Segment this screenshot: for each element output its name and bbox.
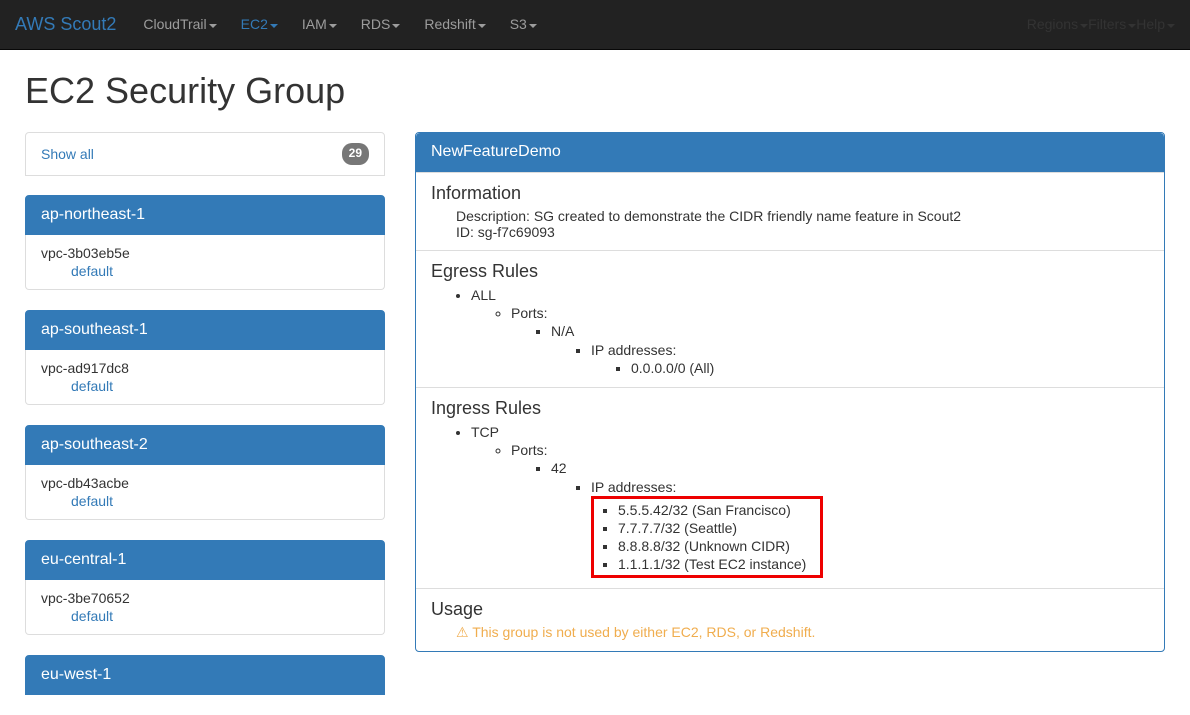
egress-ip-label: IP addresses: [591,341,1149,359]
nav-item-redshift[interactable]: Redshift [412,0,497,48]
nav-item-iam[interactable]: IAM [290,0,349,48]
region-header[interactable]: ap-southeast-2 [25,425,385,465]
page-title: EC2 Security Group [25,70,1165,112]
sidebar: Show all 29 ap-northeast-1 vpc-3b03eb5e de… [25,132,385,715]
region-header[interactable]: ap-northeast-1 [25,195,385,235]
egress-port: N/A [551,322,1149,340]
usage-section: Usage ⚠ This group is not used by either… [416,588,1164,651]
id-label: ID: [456,224,478,240]
sg-link[interactable]: default [71,608,369,624]
nav-item-filters[interactable]: Filters [1088,16,1136,32]
nav-item-help[interactable]: Help [1136,16,1175,32]
ingress-ip: 7.7.7.7/32 (Seattle) [618,519,806,537]
ingress-ip: 8.8.8.8/32 (Unknown CIDR) [618,537,806,555]
warning-icon: ⚠ [456,624,469,640]
chevron-down-icon [478,24,486,28]
egress-ports-label: Ports: [511,304,1149,322]
chevron-down-icon [209,24,217,28]
usage-heading: Usage [431,599,1149,620]
nav-item-s3[interactable]: S3 [498,0,549,48]
region-panel: ap-southeast-1 vpc-ad917dc8 default [25,310,385,405]
region-panel: eu-west-1 [25,655,385,695]
nav-item-rds[interactable]: RDS [349,0,413,48]
region-panel: ap-northeast-1 vpc-3b03eb5e default [25,195,385,290]
show-all-item[interactable]: Show all 29 [25,132,385,176]
ingress-ports-label: Ports: [511,441,1149,459]
vpc-id: vpc-3b03eb5e [41,245,369,261]
sg-detail-panel: NewFeatureDemo Information Description: … [415,132,1165,652]
show-all-link[interactable]: Show all [41,145,94,163]
nav-left: CloudTrailEC2IAMRDSRedshiftS3 [131,0,548,48]
show-all-badge: 29 [342,143,369,165]
sg-detail-title[interactable]: NewFeatureDemo [416,133,1164,172]
id-value: sg-f7c69093 [478,224,555,240]
sg-link[interactable]: default [71,263,369,279]
id-line: ID: sg-f7c69093 [456,224,1149,240]
region-header[interactable]: eu-central-1 [25,540,385,580]
chevron-down-icon [1167,24,1175,28]
ingress-port: 42 [551,459,1149,477]
chevron-down-icon [529,24,537,28]
main-content: NewFeatureDemo Information Description: … [415,132,1165,715]
vpc-body: vpc-3be70652 default [25,580,385,635]
ingress-section: Ingress Rules TCP Ports: 42 IP addresses… [416,387,1164,589]
chevron-down-icon [270,24,278,28]
vpc-id: vpc-ad917dc8 [41,360,369,376]
nav-item-regions[interactable]: Regions [1027,16,1088,32]
ingress-ip: 5.5.5.42/32 (San Francisco) [618,501,806,519]
vpc-id: vpc-3be70652 [41,590,369,606]
vpc-id: vpc-db43acbe [41,475,369,491]
chevron-down-icon [329,24,337,28]
vpc-body: vpc-ad917dc8 default [25,350,385,405]
brand-link[interactable]: AWS Scout2 [15,0,131,50]
ingress-heading: Ingress Rules [431,398,1149,419]
vpc-body: vpc-db43acbe default [25,465,385,520]
description-label: Description: [456,208,534,224]
chevron-down-icon [1080,24,1088,28]
region-header[interactable]: ap-southeast-1 [25,310,385,350]
sg-link[interactable]: default [71,493,369,509]
nav-item-ec2[interactable]: EC2 [229,0,290,48]
chevron-down-icon [1128,24,1136,28]
nav-right: RegionsFiltersHelp [1027,15,1175,33]
region-header[interactable]: eu-west-1 [25,655,385,695]
info-section: Information Description: SG created to d… [416,172,1164,250]
description-line: Description: SG created to demonstrate t… [456,208,1149,224]
info-heading: Information [431,183,1149,204]
egress-ip: 0.0.0.0/0 (All) [631,359,1149,377]
description-value: SG created to demonstrate the CIDR frien… [534,208,961,224]
ingress-ip-label: IP addresses: [591,478,1149,496]
highlighted-ips-box: 5.5.5.42/32 (San Francisco)7.7.7.7/32 (S… [591,496,823,579]
egress-proto: ALL [471,286,1149,304]
show-all-list: Show all 29 [25,132,385,176]
vpc-body: vpc-3b03eb5e default [25,235,385,290]
ingress-ip: 1.1.1.1/32 (Test EC2 instance) [618,555,806,573]
chevron-down-icon [392,24,400,28]
usage-text: This group is not used by either EC2, RD… [472,624,815,640]
region-panel: ap-southeast-2 vpc-db43acbe default [25,425,385,520]
sg-link[interactable]: default [71,378,369,394]
ingress-proto: TCP [471,423,1149,441]
egress-section: Egress Rules ALL Ports: N/A IP addresses… [416,250,1164,387]
egress-heading: Egress Rules [431,261,1149,282]
region-panel: eu-central-1 vpc-3be70652 default [25,540,385,635]
top-navbar: AWS Scout2 CloudTrailEC2IAMRDSRedshiftS3… [0,0,1190,50]
nav-item-cloudtrail[interactable]: CloudTrail [131,0,228,48]
